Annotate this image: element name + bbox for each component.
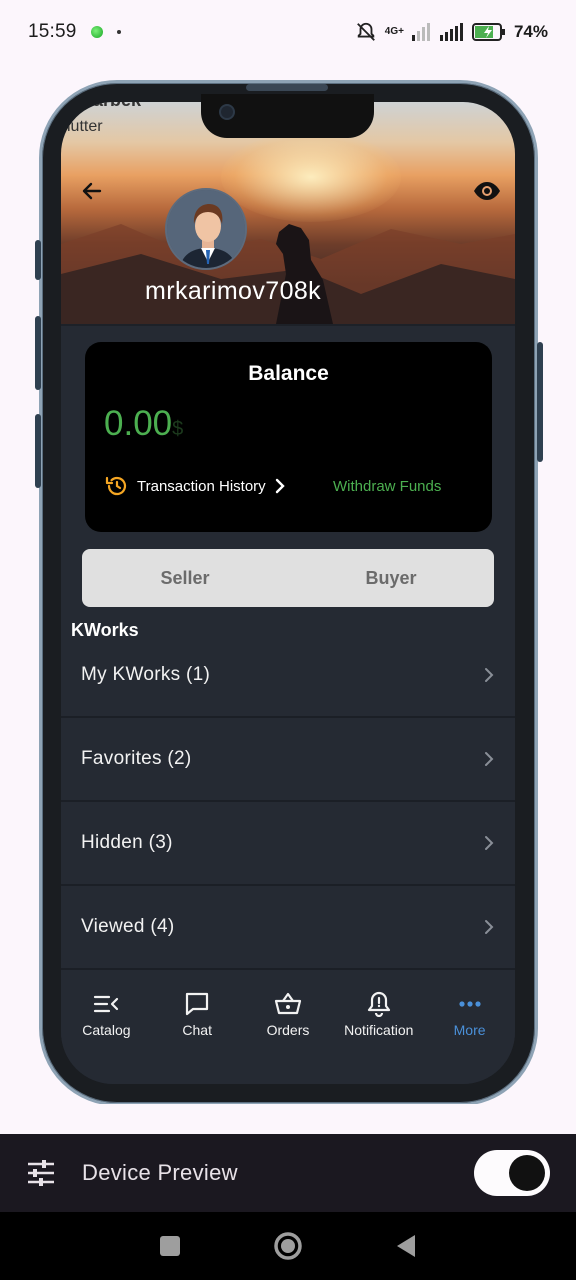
balance-currency: $	[172, 418, 184, 440]
arrow-left-icon	[82, 182, 102, 200]
transaction-history-label: Transaction History	[137, 477, 266, 495]
eye-icon	[474, 182, 500, 200]
network-type: 4G+	[384, 26, 404, 37]
device-speaker	[246, 84, 328, 91]
side-button-mute	[35, 240, 41, 280]
nav-chat[interactable]: Chat	[152, 990, 243, 1084]
menu-item-viewed[interactable]: Viewed (4)	[61, 886, 515, 970]
nav-catalog-label: Catalog	[82, 1022, 131, 1038]
menu-item-label: Hidden (3)	[81, 832, 173, 853]
nav-notification[interactable]: Notification	[333, 990, 424, 1084]
chevron-right-icon	[485, 752, 494, 766]
balance-amount: 0.00$	[104, 404, 183, 444]
segment-buyer[interactable]: Buyer	[288, 549, 494, 607]
device-preview-bar: Device Preview	[0, 1104, 576, 1212]
basket-icon	[274, 990, 302, 1018]
nav-chat-label: Chat	[182, 1022, 212, 1038]
app-screen: ..arbek lutter mrkarimov708k Balance 0.0…	[61, 102, 515, 1084]
device-preview-label: Device Preview	[82, 1160, 238, 1185]
username: mrkarimov708k	[145, 277, 322, 305]
kworks-menu: My KWorks (1) Favorites (2) Hidden (3) V…	[61, 634, 515, 970]
nav-catalog[interactable]: Catalog	[61, 990, 152, 1084]
catalog-icon	[93, 990, 119, 1018]
back-nav-icon[interactable]	[395, 1233, 417, 1259]
status-bar: 15:59 4G+ 74%	[0, 0, 576, 64]
signal-2-icon	[439, 23, 463, 41]
avatar[interactable]	[165, 188, 247, 270]
chevron-right-icon	[485, 836, 494, 850]
device-preview-toggle[interactable]	[474, 1150, 550, 1196]
banner-divider	[61, 324, 515, 326]
nav-more-label: More	[453, 1022, 486, 1038]
app-indicator-icon	[90, 26, 103, 38]
chevron-right-icon	[485, 920, 494, 934]
camera-icon	[219, 104, 235, 120]
toggle-knob	[509, 1155, 545, 1191]
segment-seller[interactable]: Seller	[82, 549, 288, 607]
side-button-power	[537, 342, 543, 462]
withdraw-funds-button[interactable]: Withdraw Funds	[333, 478, 441, 495]
nav-notification-label: Notification	[344, 1022, 414, 1038]
home-icon[interactable]	[273, 1231, 303, 1261]
tune-icon[interactable]	[26, 1159, 56, 1187]
balance-card: Balance 0.00$ Transaction History Withdr…	[85, 342, 492, 532]
menu-item-my-kworks[interactable]: My KWorks (1)	[61, 634, 515, 718]
system-nav-bar	[0, 1212, 576, 1280]
battery-icon	[471, 23, 505, 41]
back-button[interactable]	[77, 176, 107, 206]
chevron-right-icon	[485, 668, 494, 682]
previous-page-title: ..arbek	[83, 102, 141, 111]
nav-more[interactable]: More	[424, 990, 515, 1084]
visibility-button[interactable]	[471, 176, 503, 206]
history-icon	[105, 476, 127, 496]
side-button-vol-up	[35, 316, 41, 390]
menu-item-hidden[interactable]: Hidden (3)	[61, 802, 515, 886]
bottom-nav: Catalog Chat Orders Notification More	[61, 968, 515, 1084]
menu-item-label: Viewed (4)	[81, 916, 175, 937]
balance-title: Balance	[248, 362, 329, 385]
side-button-vol-down	[35, 414, 41, 488]
device-notch	[201, 94, 374, 138]
mute-bell-icon	[356, 22, 375, 41]
battery-percent: 74%	[513, 22, 548, 41]
balance-value: 0.00	[104, 404, 173, 443]
recents-icon[interactable]	[159, 1235, 181, 1257]
previous-page-subtitle: lutter	[67, 118, 103, 135]
nav-orders[interactable]: Orders	[243, 990, 334, 1084]
chevron-right-icon	[275, 478, 285, 494]
transaction-history-link[interactable]: Transaction History	[105, 474, 286, 498]
notification-dot-icon	[116, 30, 121, 34]
menu-item-label: My KWorks (1)	[81, 664, 211, 685]
more-dots-icon	[458, 990, 482, 1018]
status-time: 15:59	[28, 21, 77, 42]
nav-orders-label: Orders	[266, 1022, 310, 1038]
menu-item-label: Favorites (2)	[81, 748, 192, 769]
chat-icon	[184, 990, 210, 1018]
role-segment: Seller Buyer	[82, 549, 494, 607]
signal-1-icon	[411, 23, 430, 41]
bell-icon	[367, 990, 391, 1018]
menu-item-favorites[interactable]: Favorites (2)	[61, 718, 515, 802]
status-right: 4G+ 74%	[355, 21, 548, 43]
